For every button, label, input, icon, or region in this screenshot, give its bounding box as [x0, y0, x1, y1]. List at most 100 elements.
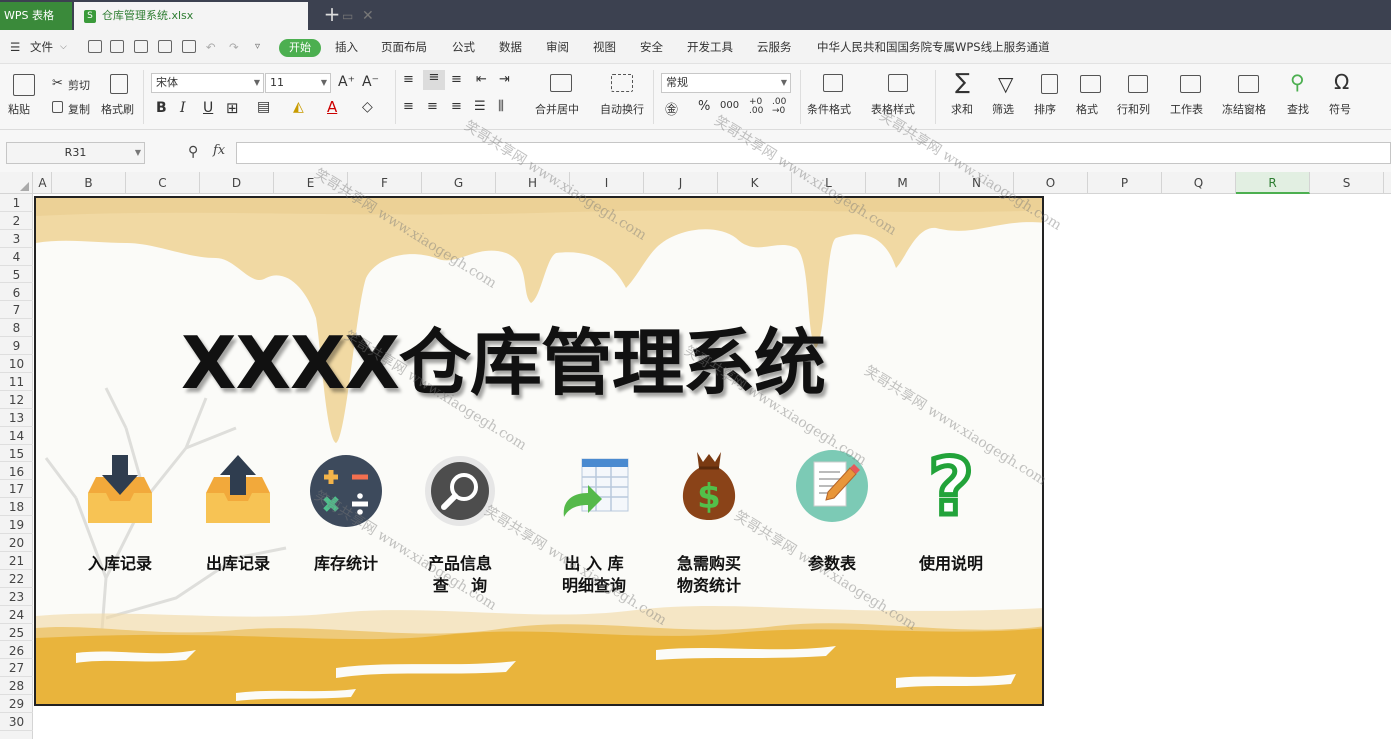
- number-format-select[interactable]: 常规 ▼: [661, 73, 791, 93]
- row-header[interactable]: 5: [0, 266, 33, 284]
- column-header[interactable]: M: [866, 172, 940, 194]
- decrease-font-icon[interactable]: A⁻: [362, 74, 379, 90]
- row-header[interactable]: 16: [0, 463, 33, 481]
- cut-button[interactable]: 剪切: [68, 77, 90, 93]
- column-header[interactable]: D: [200, 172, 274, 194]
- table-style-icon[interactable]: [888, 74, 908, 92]
- tile-urgent-purchase-stats[interactable]: $ 急需购买 物资统计: [649, 448, 769, 613]
- row-header[interactable]: 29: [0, 695, 33, 714]
- column-header[interactable]: K: [718, 172, 792, 194]
- align-bottom-icon[interactable]: ≡: [451, 72, 462, 87]
- menu-insert[interactable]: 插入: [335, 30, 358, 64]
- table-style-button[interactable]: 表格样式: [871, 101, 915, 117]
- sort-button[interactable]: 排序: [1034, 101, 1056, 117]
- row-header[interactable]: 1: [0, 194, 33, 212]
- menu-cloud[interactable]: 云服务: [757, 30, 792, 64]
- eraser-icon[interactable]: ◇: [362, 99, 373, 115]
- save-icon[interactable]: [110, 40, 124, 53]
- format-button[interactable]: 格式: [1076, 101, 1098, 117]
- column-header[interactable]: Q: [1162, 172, 1236, 194]
- column-header[interactable]: P: [1088, 172, 1162, 194]
- justify-icon[interactable]: ☰: [474, 99, 486, 114]
- rows-cols-button[interactable]: 行和列: [1117, 101, 1150, 117]
- row-header[interactable]: 23: [0, 588, 33, 606]
- row-header[interactable]: 3: [0, 230, 33, 248]
- menu-file[interactable]: 文件: [30, 30, 53, 64]
- row-header[interactable]: 7: [0, 301, 33, 320]
- menu-security[interactable]: 安全: [640, 30, 663, 64]
- indent-decrease-icon[interactable]: ⇤: [476, 72, 487, 87]
- zoom-icon[interactable]: ⚲: [188, 144, 198, 160]
- row-header[interactable]: 11: [0, 373, 33, 391]
- wrap-text-button[interactable]: 自动换行: [600, 101, 644, 117]
- row-header[interactable]: 17: [0, 480, 33, 499]
- filter-icon[interactable]: ▽: [998, 72, 1013, 96]
- column-header[interactable]: F: [348, 172, 422, 194]
- row-header[interactable]: 28: [0, 677, 33, 696]
- align-middle-icon[interactable]: ≡: [423, 70, 445, 90]
- menu-review[interactable]: 审阅: [546, 30, 569, 64]
- row-header[interactable]: 13: [0, 409, 33, 427]
- row-header[interactable]: 21: [0, 552, 33, 570]
- scissors-icon[interactable]: ✂: [52, 76, 63, 91]
- copy-icon[interactable]: [52, 101, 63, 113]
- row-header[interactable]: 12: [0, 391, 33, 409]
- row-header[interactable]: 26: [0, 642, 33, 660]
- decrease-decimal-icon[interactable]: .00 →0: [772, 98, 786, 116]
- row-header[interactable]: 2: [0, 212, 33, 230]
- tile-user-guide[interactable]: ? 使用说明: [891, 448, 1011, 613]
- italic-icon[interactable]: I: [180, 100, 186, 116]
- worksheet-icon[interactable]: [1180, 75, 1201, 93]
- align-top-icon[interactable]: ≡: [403, 72, 414, 87]
- underline-icon[interactable]: U: [203, 100, 213, 116]
- select-all-corner[interactable]: [0, 172, 33, 194]
- worksheet-button[interactable]: 工作表: [1170, 101, 1203, 117]
- sum-icon[interactable]: ∑: [955, 70, 970, 95]
- row-header[interactable]: 4: [0, 248, 33, 266]
- freeze-panes-icon[interactable]: [1238, 75, 1259, 93]
- new-tab-button[interactable]: +: [320, 2, 344, 28]
- find-icon[interactable]: ⚲: [1290, 70, 1305, 94]
- sort-icon[interactable]: [1041, 74, 1058, 94]
- menu-gov-service[interactable]: 中华人民共和国国务院专属WPS线上服务通道: [817, 30, 1050, 64]
- row-header[interactable]: 14: [0, 427, 33, 445]
- bold-icon[interactable]: B: [156, 100, 167, 116]
- name-box[interactable]: R31 ▼: [6, 142, 145, 164]
- copy-button[interactable]: 复制: [68, 101, 90, 117]
- fx-icon[interactable]: fx: [213, 143, 225, 158]
- percent-icon[interactable]: %: [698, 99, 710, 114]
- merge-center-button[interactable]: 合并居中: [535, 101, 579, 117]
- column-header[interactable]: J: [644, 172, 718, 194]
- menu-page-layout[interactable]: 页面布局: [381, 30, 427, 64]
- pdf-export-icon[interactable]: [134, 40, 148, 53]
- cell-style-icon[interactable]: ▤: [257, 99, 270, 115]
- menu-developer[interactable]: 开发工具: [687, 30, 733, 64]
- row-header[interactable]: 30: [0, 713, 33, 731]
- distributed-icon[interactable]: ⫼: [498, 99, 504, 114]
- app-tab[interactable]: WPS 表格: [0, 2, 72, 30]
- tile-inventory-stats[interactable]: 库存统计: [286, 453, 406, 613]
- column-header[interactable]: A: [34, 172, 52, 194]
- rows-cols-icon[interactable]: [1128, 75, 1148, 93]
- fill-color-icon[interactable]: ◭: [293, 99, 304, 115]
- row-header[interactable]: 20: [0, 534, 33, 552]
- row-header[interactable]: 27: [0, 659, 33, 678]
- row-header[interactable]: 9: [0, 337, 33, 356]
- row-header[interactable]: 25: [0, 624, 33, 642]
- tile-inbound-records[interactable]: 入库记录: [60, 453, 180, 613]
- row-header[interactable]: 8: [0, 319, 33, 338]
- align-left-icon[interactable]: ≡: [403, 99, 414, 114]
- merge-center-icon[interactable]: [550, 74, 572, 92]
- freeze-panes-button[interactable]: 冻结窗格: [1222, 101, 1266, 117]
- wrap-text-icon[interactable]: [611, 74, 633, 92]
- thousands-separator-icon[interactable]: 000: [720, 100, 739, 111]
- menu-data[interactable]: 数据: [499, 30, 522, 64]
- quick-access-more-icon[interactable]: ▿: [255, 30, 260, 64]
- file-tab[interactable]: S 仓库管理系统.xlsx ▭ ✕: [74, 2, 374, 30]
- open-folder-icon[interactable]: [88, 40, 102, 53]
- column-header[interactable]: L: [792, 172, 866, 194]
- row-header[interactable]: 15: [0, 445, 33, 463]
- filter-button[interactable]: 筛选: [992, 101, 1014, 117]
- row-header[interactable]: 10: [0, 355, 33, 373]
- dashboard-banner[interactable]: XXXX仓库管理系统 入库记录 出库记录 库存统计 产品信息 查 询 出 入 库…: [34, 196, 1044, 706]
